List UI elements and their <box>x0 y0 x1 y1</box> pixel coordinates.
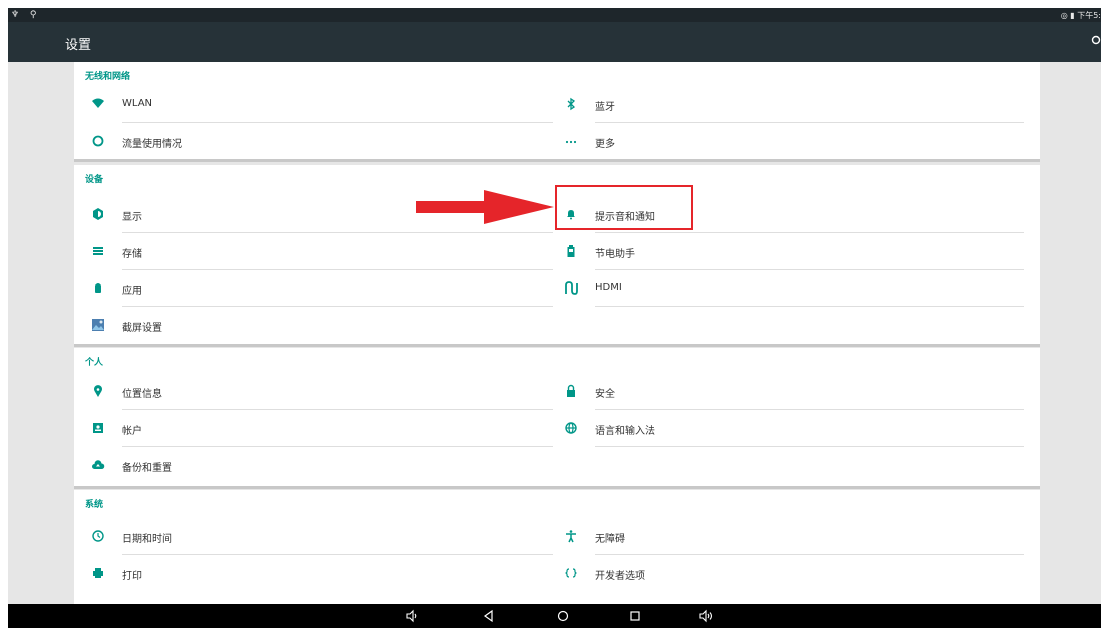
settings-item-label: 应用 <box>122 286 142 297</box>
settings-item-apps[interactable]: 应用 <box>85 270 553 307</box>
data-usage-icon <box>91 134 105 148</box>
settings-item-security[interactable]: 安全 <box>558 373 1024 410</box>
settings-item-more[interactable]: 更多 <box>558 123 1024 160</box>
globe-icon <box>564 421 578 435</box>
settings-list[interactable]: 无线和网络 WLAN 蓝牙 流量使用情况 更多 设备 显示 提示音和通知 存储 … <box>8 62 1101 604</box>
section-system: 系统 日期和时间 无障碍 打印 开发者选项 <box>74 490 1040 604</box>
volume-up-icon[interactable] <box>698 609 714 623</box>
settings-item-label: 打印 <box>122 571 142 582</box>
navigation-bar <box>8 604 1101 628</box>
page-title: 设置 <box>65 38 92 53</box>
settings-item-screenshot[interactable]: 截屏设置 <box>85 307 553 344</box>
settings-item-print[interactable]: 打印 <box>85 555 553 592</box>
battery-icon <box>564 244 578 258</box>
status-right: ◎ ▮ 下午5: <box>1061 10 1101 21</box>
settings-item-bluetooth[interactable]: 蓝牙 <box>558 86 1024 123</box>
settings-item-battery-saver[interactable]: 节电助手 <box>558 233 1024 270</box>
lock-icon <box>564 384 578 398</box>
settings-item-accounts[interactable]: 帐户 <box>85 410 553 447</box>
status-left-icons: ♆ ⚲ <box>11 10 41 20</box>
home-icon[interactable] <box>555 609 571 623</box>
account-icon <box>91 421 105 435</box>
settings-item-label: 显示 <box>122 212 142 223</box>
battery-status-icon: ▮ <box>1070 11 1075 20</box>
section-header: 设备 <box>85 175 104 185</box>
settings-item-accessibility[interactable]: 无障碍 <box>558 518 1024 555</box>
back-icon[interactable] <box>481 609 497 623</box>
bluetooth-icon <box>564 97 578 111</box>
settings-item-label: 日期和时间 <box>122 534 172 545</box>
search-icon[interactable] <box>1091 34 1101 48</box>
display-icon <box>91 207 105 221</box>
section-personal: 个人 位置信息 安全 帐户 语言和输入法 备份和重置 <box>74 348 1040 489</box>
signal-icon: ◎ <box>1060 11 1068 20</box>
clock-icon <box>91 529 105 543</box>
recents-icon[interactable] <box>627 609 643 623</box>
settings-item-date-time[interactable]: 日期和时间 <box>85 518 553 555</box>
section-wireless: 无线和网络 WLAN 蓝牙 流量使用情况 更多 <box>74 62 1040 162</box>
settings-item-location[interactable]: 位置信息 <box>85 373 553 410</box>
annotation-arrow <box>416 190 554 224</box>
settings-item-hdmi[interactable]: HDMI <box>558 270 1024 307</box>
settings-item-backup-reset[interactable]: 备份和重置 <box>85 447 553 484</box>
annotation-highlight-box <box>555 185 693 230</box>
settings-item-label: 安全 <box>595 389 615 400</box>
settings-item-wlan[interactable]: WLAN <box>85 86 553 123</box>
wifi-icon <box>91 97 105 111</box>
section-header: 个人 <box>85 358 104 368</box>
settings-item-developer-options[interactable]: 开发者选项 <box>558 555 1024 592</box>
status-bar: ♆ ⚲ ◎ ▮ 下午5: <box>8 8 1101 22</box>
settings-item-label: WLAN <box>122 98 153 109</box>
settings-item-label: 存储 <box>122 249 142 260</box>
volume-down-icon[interactable] <box>404 609 420 623</box>
section-header: 系统 <box>85 500 104 510</box>
screenshot-icon <box>91 318 105 332</box>
settings-item-label: 截屏设置 <box>122 323 162 334</box>
status-time: 下午5: <box>1077 11 1101 20</box>
section-header: 无线和网络 <box>85 72 131 82</box>
developer-options-icon <box>564 566 578 580</box>
settings-item-label: 语言和输入法 <box>595 426 655 437</box>
settings-item-label: 流量使用情况 <box>122 139 182 150</box>
settings-item-label: 无障碍 <box>595 534 625 545</box>
accessibility-icon <box>564 529 578 543</box>
settings-item-label: 备份和重置 <box>122 463 172 474</box>
settings-item-label: 帐户 <box>122 426 142 437</box>
print-icon <box>91 566 105 580</box>
app-bar: 设置 <box>8 22 1101 62</box>
settings-item-data-usage[interactable]: 流量使用情况 <box>85 123 553 160</box>
settings-item-storage[interactable]: 存储 <box>85 233 553 270</box>
android-icon <box>91 281 105 295</box>
settings-item-label: 更多 <box>595 139 615 150</box>
settings-item-label: 蓝牙 <box>595 102 615 113</box>
storage-icon <box>91 244 105 258</box>
settings-item-language-input[interactable]: 语言和输入法 <box>558 410 1024 447</box>
settings-item-label: 位置信息 <box>122 389 162 400</box>
settings-item-label: 节电助手 <box>595 249 635 260</box>
cloud-upload-icon <box>91 458 105 472</box>
settings-item-label: HDMI <box>595 282 622 293</box>
settings-item-label: 开发者选项 <box>595 571 645 582</box>
more-icon <box>564 134 578 148</box>
location-icon <box>91 384 105 398</box>
hdmi-icon <box>564 281 578 295</box>
